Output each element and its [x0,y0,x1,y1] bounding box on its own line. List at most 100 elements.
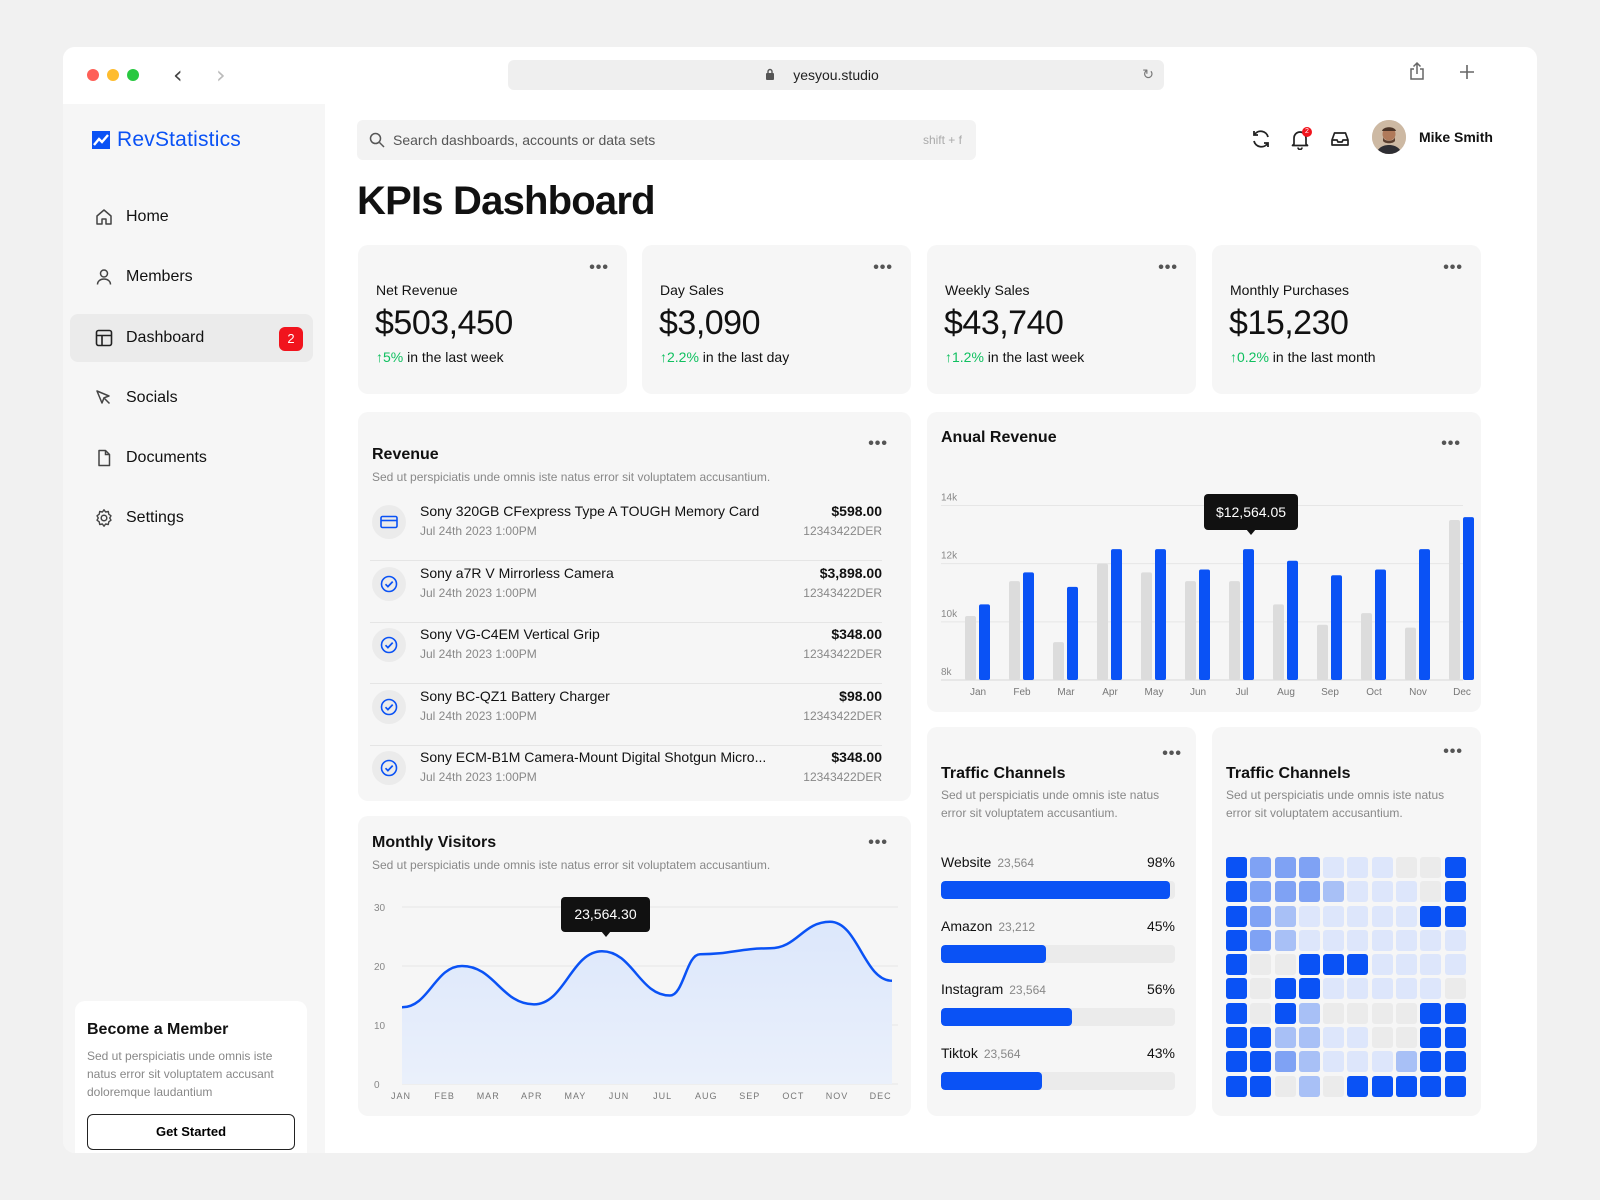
search-input[interactable]: Search dashboards, accounts or data sets [393,132,655,148]
bar-previous[interactable] [1273,604,1284,680]
sidebar-item-settings[interactable]: Settings [70,494,313,542]
membership-card: Become a Member Sed ut perspiciatis unde… [75,1001,307,1153]
avatar[interactable] [1372,120,1406,154]
bar-previous[interactable] [1361,613,1372,680]
bar-previous[interactable] [1141,572,1152,680]
sidebar-item-documents[interactable]: Documents [70,434,313,482]
app-logo[interactable]: RevStatistics [92,128,241,152]
x-tick-label: MAY [564,1091,586,1101]
bar-previous[interactable] [1317,624,1328,680]
minimize-window-button[interactable] [107,69,119,81]
bar-previous[interactable] [1449,520,1460,680]
trend-up-icon: ↑ [660,349,667,365]
share-icon[interactable] [1409,61,1425,81]
x-tick-label: SEP [739,1091,760,1101]
heatmap-cell [1274,1051,1296,1073]
traffic-heatmap [1226,857,1466,1097]
sidebar-item-socials[interactable]: Socials [70,374,313,422]
more-options-icon[interactable]: ••• [1162,746,1182,762]
bar-previous[interactable] [1229,581,1240,680]
kpi-value: $503,450 [375,304,513,342]
heatmap-cell [1396,1051,1418,1073]
heatmap-cell [1371,1075,1393,1097]
cursor-icon [94,388,114,408]
bar-previous[interactable] [1097,563,1108,680]
kpi-change: 1.2% [952,349,984,365]
bar-current[interactable] [1111,549,1122,680]
x-tick-label: Jul [1236,687,1249,698]
heatmap-cell [1274,1075,1296,1097]
reload-icon[interactable]: ↻ [1142,67,1154,83]
product-name: Sony a7R V Mirrorless Camera [420,564,614,581]
heatmap-cell [1274,978,1296,1000]
channel-row: Website 23,564 98% [941,854,1175,904]
heatmap-cell [1298,1075,1320,1097]
address-bar[interactable]: yesyou.studio ↻ [508,60,1164,90]
browser-toolbar: ‹ › yesyou.studio ↻ [63,47,1537,104]
bell-icon[interactable]: 2 [1287,126,1313,152]
transaction-id: 12343422DER [803,770,882,784]
annual-bar-chart: 8k 10k 12k 14k Jan Feb Mar Apr May Jun Jul Aug Sep Oc… [941,492,1474,698]
x-tick-label: Aug [1277,687,1295,698]
maximize-window-button[interactable] [127,69,139,81]
kpi-delta: ↑2.2% in the last day [660,349,789,365]
bar-current[interactable] [1243,549,1254,680]
heatmap-cell [1323,929,1345,951]
heatmap-cell [1347,929,1369,951]
sidebar-item-home[interactable]: Home [70,193,313,241]
refresh-icon[interactable] [1248,126,1274,152]
progress-fill [941,944,1047,963]
heatmap-cell [1396,905,1418,927]
heatmap-cell [1323,1002,1345,1024]
bar-current[interactable] [1331,575,1342,680]
x-tick-label: Apr [1102,687,1118,698]
bar-previous[interactable] [1405,627,1416,680]
heatmap-cell [1420,1051,1442,1073]
sidebar-item-members[interactable]: Members [70,253,313,301]
more-options-icon[interactable]: ••• [1443,744,1463,760]
bar-current[interactable] [1199,569,1210,680]
more-options-icon[interactable]: ••• [873,260,893,276]
table-row[interactable]: Sony ECM-B1M Camera-Mount Digital Shotgu… [370,747,896,807]
bar-current[interactable] [1419,549,1430,680]
bar-current[interactable] [1023,572,1034,680]
heatmap-cell [1347,978,1369,1000]
close-window-button[interactable] [87,69,99,81]
table-row[interactable]: Sony BC-QZ1 Battery Charger Jul 24th 2023… [370,686,896,746]
bar-previous[interactable] [1185,581,1196,680]
bar-current[interactable] [1287,560,1298,680]
kpi-label: Weekly Sales [945,282,1030,298]
transaction-date: Jul 24th 2023 1:00PM [420,770,537,784]
table-row[interactable]: Sony 320GB CFexpress Type A TOUGH Memory… [370,501,896,561]
bar-current[interactable] [979,604,990,680]
new-tab-icon[interactable] [1459,64,1475,80]
bar-current[interactable] [1155,549,1166,680]
product-name: Sony VG-C4EM Vertical Grip [420,626,600,642]
kpi-change: 5% [383,349,404,365]
bar-current[interactable] [1375,569,1386,680]
more-options-icon[interactable]: ••• [868,436,888,452]
more-options-icon[interactable]: ••• [1443,260,1463,276]
bar-previous[interactable] [1053,642,1064,680]
search-bar[interactable]: Search dashboards, accounts or data sets… [357,120,976,160]
heatmap-cell [1298,857,1320,878]
more-options-icon[interactable]: ••• [1158,260,1178,276]
more-options-icon[interactable]: ••• [589,260,609,276]
channel-count: 23,564 [997,856,1035,870]
sidebar-item-dashboard[interactable]: Dashboard 2 [70,314,313,362]
bar-current[interactable] [1067,586,1078,680]
heatmap-cell [1420,857,1442,878]
bar-current[interactable] [1463,517,1474,680]
user-name[interactable]: Mike Smith [1419,129,1493,145]
inbox-icon[interactable] [1327,126,1353,152]
bar-previous[interactable] [965,616,976,680]
back-icon[interactable]: ‹ [173,61,183,89]
table-row[interactable]: Sony a7R V Mirrorless Camera Jul 24th 202… [370,563,896,623]
forward-icon[interactable]: › [216,61,226,89]
get-started-button[interactable]: Get Started [87,1114,295,1150]
heatmap-cell [1226,954,1247,976]
bar-previous[interactable] [1009,581,1020,680]
heatmap-cell [1250,929,1272,951]
table-row[interactable]: Sony VG-C4EM Vertical Grip Jul 24th 2023 … [370,624,896,684]
channel-count: 23,564 [1009,983,1046,997]
